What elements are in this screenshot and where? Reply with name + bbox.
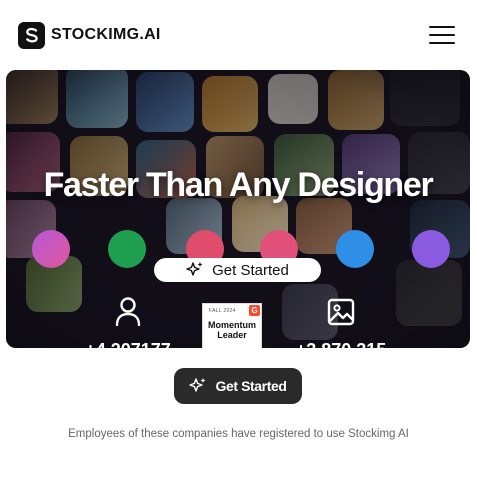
get-started-label: Get Started	[215, 378, 287, 394]
video-app-icon	[336, 230, 374, 268]
hamburger-menu-icon[interactable]	[429, 24, 455, 46]
companies-caption: Employees of these companies have regist…	[68, 428, 409, 440]
brand[interactable]: STOCKIMG.AI	[18, 21, 161, 49]
users-stat: +4,207177	[82, 296, 174, 348]
hero-title: Faster Than Any Designer	[43, 166, 434, 204]
sparkle-icon	[186, 262, 203, 276]
app-icon-row	[6, 230, 470, 268]
stockimg-logo-icon	[18, 21, 45, 49]
images-stat: +3,870,315	[288, 298, 394, 348]
brand-name: STOCKIMG.AI	[51, 26, 161, 43]
get-started-button[interactable]: Get Started	[174, 368, 302, 404]
grid-app-icon	[108, 230, 146, 268]
hero-get-started-button[interactable]: Get Started	[154, 258, 321, 282]
instagram-app-icon	[32, 230, 70, 268]
hero-banner: Faster Than Any Designer Get Started +4,…	[6, 70, 470, 348]
users-count: +4,207177	[82, 340, 174, 348]
top-navigation: STOCKIMG.AI	[0, 0, 477, 70]
image-icon	[327, 298, 355, 326]
sparkle-icon	[189, 378, 206, 392]
g2-logo: G	[249, 305, 260, 316]
magic-app-icon	[412, 230, 450, 268]
images-count: +3,870,315	[288, 340, 394, 348]
badge-title: Momentum Leader	[208, 320, 256, 340]
g2-momentum-leader-badge: G FALL 2024 Momentum Leader	[202, 303, 262, 348]
user-icon	[115, 297, 141, 326]
hero-get-started-label: Get Started	[212, 261, 289, 279]
